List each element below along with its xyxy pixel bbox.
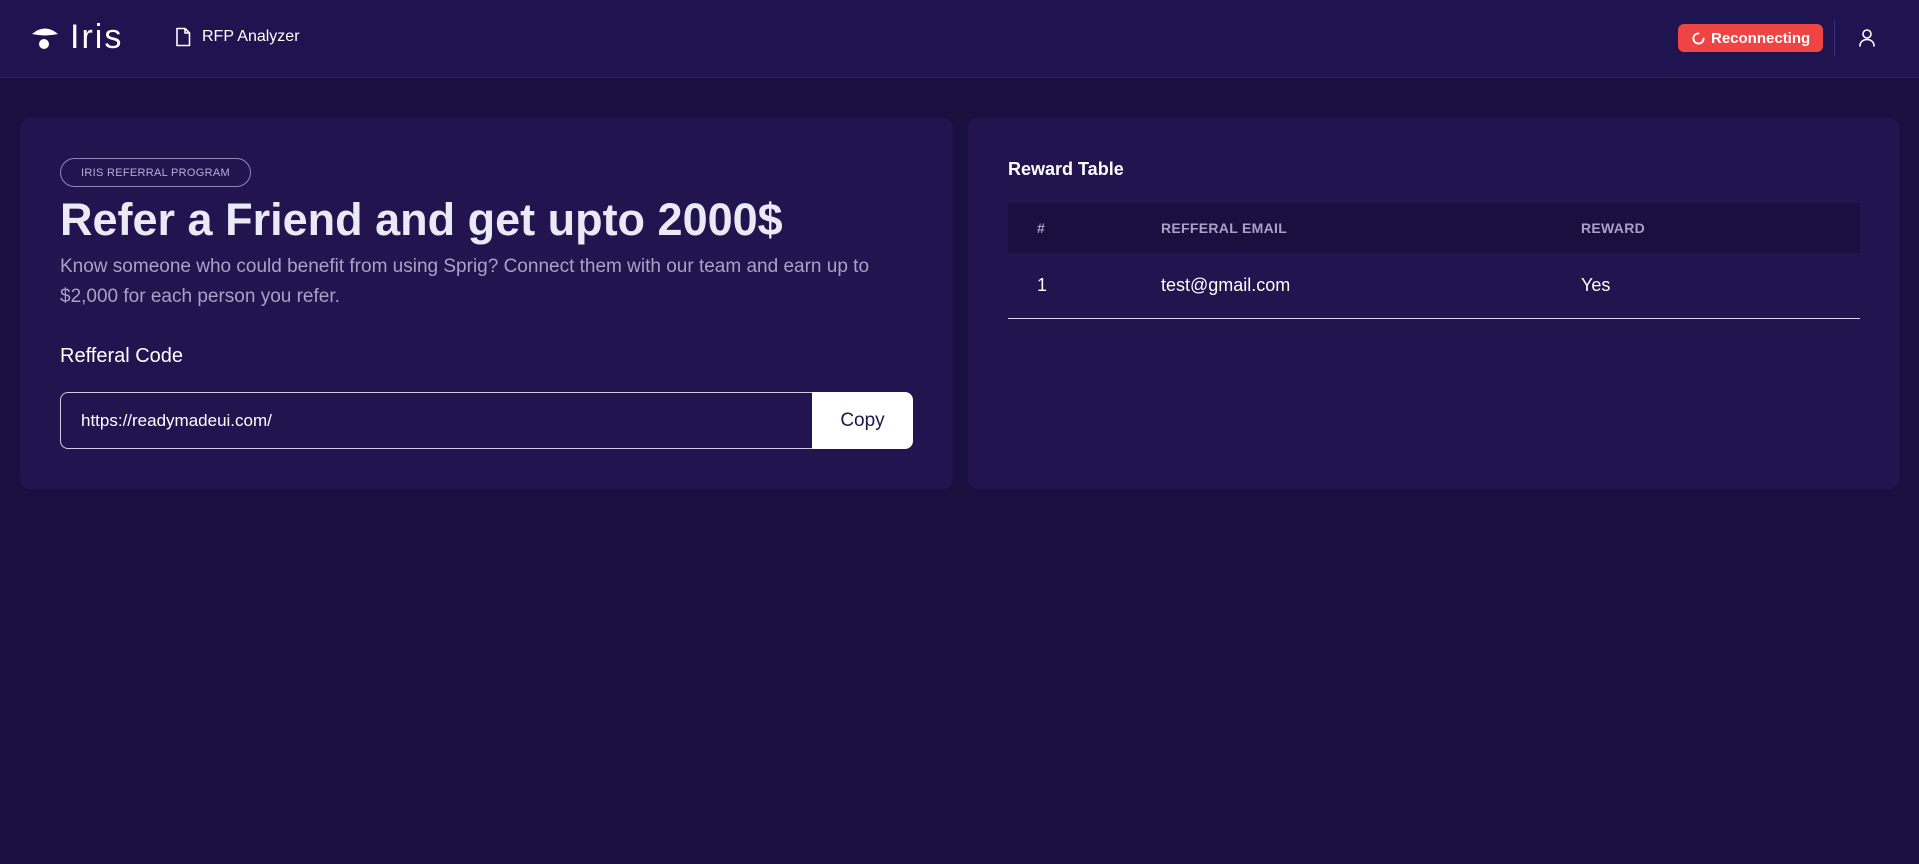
app-logo[interactable]: Iris — [30, 18, 124, 56]
user-menu-button[interactable] — [1855, 26, 1879, 50]
column-header-reward: REWARD — [1581, 220, 1646, 236]
program-tag: IRIS REFERRAL PROGRAM — [60, 158, 251, 187]
reward-table: # REFFERAL EMAIL REWARD 1 test@gmail.com… — [1008, 203, 1860, 319]
reward-table-title: Reward Table — [1008, 159, 1124, 179]
top-bar: Iris RFP Analyzer Reconnecting — [0, 0, 1919, 78]
header-divider — [1834, 20, 1835, 56]
reward-table-card: Reward Table # REFFERAL EMAIL REWARD 1 t… — [968, 118, 1899, 489]
referral-description: Know someone who could benefit from usin… — [60, 256, 870, 307]
referral-code-group: Copy — [60, 392, 913, 449]
nav-item-rfp-analyzer[interactable]: RFP Analyzer — [174, 27, 300, 47]
cell-reward: Yes — [1581, 275, 1611, 295]
column-header-index: # — [1037, 220, 1046, 236]
referral-card: IRIS REFERRAL PROGRAM Refer a Friend and… — [20, 118, 953, 489]
page-title: Refer a Friend and get upto 2000$ — [60, 194, 783, 245]
referral-code-input[interactable] — [60, 392, 812, 449]
cell-index: 1 — [1037, 275, 1048, 295]
referral-code-label: Refferal Code — [60, 345, 184, 367]
iris-logo-icon — [32, 28, 58, 49]
user-icon — [1859, 29, 1875, 47]
app-name: Iris — [70, 18, 124, 56]
table-header: # REFFERAL EMAIL REWARD — [1008, 203, 1860, 253]
status-label: Reconnecting — [1711, 29, 1811, 47]
table-row: 1 test@gmail.com Yes — [1008, 253, 1860, 319]
column-header-email: REFFERAL EMAIL — [1161, 220, 1288, 236]
cell-email: test@gmail.com — [1161, 275, 1291, 295]
document-icon — [176, 27, 191, 47]
status-badge: Reconnecting — [1678, 24, 1824, 52]
spinner-icon — [1692, 31, 1705, 44]
nav-item-label: RFP Analyzer — [202, 28, 300, 45]
copy-button[interactable]: Copy — [812, 392, 913, 449]
